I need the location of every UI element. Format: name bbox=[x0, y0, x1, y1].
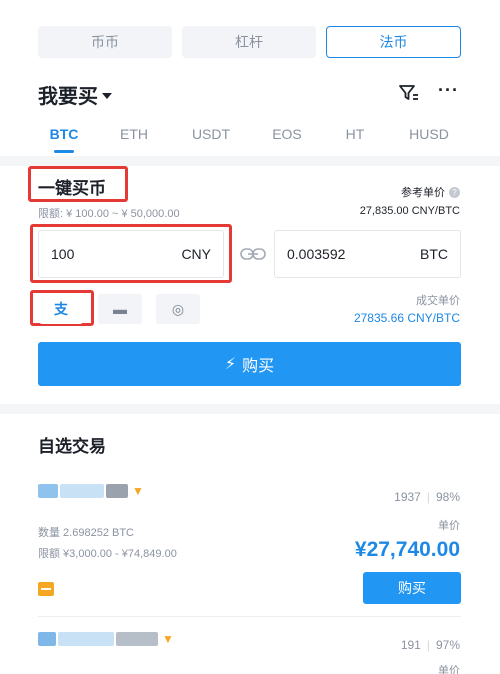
order-count: 191 bbox=[400, 638, 421, 652]
deal-price-value: 27835.66 CNY/BTC bbox=[353, 311, 460, 325]
tab-margin[interactable]: 杠杆 bbox=[182, 26, 316, 58]
row-divider bbox=[38, 616, 461, 617]
unit-price: ¥27,740.00 bbox=[354, 538, 460, 561]
filter-icon[interactable] bbox=[398, 82, 420, 104]
merchant-stats: 191 | 97% bbox=[400, 638, 460, 652]
merchant-name[interactable]: ▼ bbox=[38, 632, 174, 646]
coin-tab-ht[interactable]: HT bbox=[325, 126, 385, 142]
bank-card-icon[interactable]: ▬ bbox=[98, 294, 142, 324]
page-title: 我要买 bbox=[38, 86, 98, 108]
bank-card-icon bbox=[38, 582, 54, 596]
btc-amount-input[interactable]: 0.003592 BTC bbox=[274, 230, 461, 278]
unit-price-label: 单价 bbox=[438, 520, 460, 532]
amount-unit: CNY bbox=[181, 246, 211, 262]
quick-buy-title: 一键买币 bbox=[38, 179, 106, 198]
btc-value: 0.003592 bbox=[287, 246, 346, 262]
merchant-stats: 1937 | 98% bbox=[394, 490, 460, 504]
section-divider bbox=[0, 156, 500, 166]
limit-text: 限额: ¥ 100.00 ~ ¥ 50,000.00 bbox=[38, 208, 180, 220]
coin-tab-husd[interactable]: HUSD bbox=[399, 126, 459, 142]
active-tab-indicator bbox=[54, 150, 74, 153]
coin-tab-usdt[interactable]: USDT bbox=[181, 126, 241, 142]
caret-down-icon bbox=[102, 92, 112, 99]
section-title: 自选交易 bbox=[38, 437, 106, 456]
reference-price-value: 27,835.00 CNY/BTC bbox=[359, 205, 460, 217]
lightning-icon: ⚡ bbox=[224, 356, 237, 373]
verified-badge-icon: ▼ bbox=[132, 484, 144, 498]
coin-tab-eos[interactable]: EOS bbox=[257, 126, 317, 142]
tab-coin-coin[interactable]: 币币 bbox=[38, 26, 172, 58]
coin-tab-eth[interactable]: ETH bbox=[104, 126, 164, 142]
verified-badge-icon: ▼ bbox=[162, 632, 174, 646]
quantity-text: 数量 2.698252 BTC bbox=[38, 527, 134, 539]
wechat-icon[interactable]: ◎ bbox=[156, 294, 200, 324]
merchant-buy-button[interactable]: 购买 bbox=[363, 572, 461, 604]
merchant-name[interactable]: ▼ bbox=[38, 484, 144, 498]
buy-button[interactable]: ⚡ 购买 bbox=[38, 342, 461, 386]
alipay-icon[interactable]: 支 bbox=[39, 294, 83, 324]
order-count: 1937 bbox=[394, 490, 421, 504]
tab-fiat[interactable]: 法币 bbox=[326, 26, 461, 58]
unit-price-label: 单价 bbox=[438, 665, 460, 674]
limit-range-text: 限额 ¥3,000.00 - ¥74,849.00 bbox=[38, 548, 177, 560]
buy-button-label: 购买 bbox=[242, 358, 275, 375]
link-icon bbox=[239, 246, 267, 262]
completion-rate: 98% bbox=[435, 490, 460, 504]
reference-price-label: 参考单价 ? bbox=[401, 184, 460, 200]
buy-mode-selector[interactable]: 我要买 bbox=[38, 80, 112, 109]
coin-tab-btc[interactable]: BTC bbox=[34, 126, 94, 142]
amount-input[interactable]: 100 CNY bbox=[38, 230, 224, 278]
section-divider bbox=[0, 404, 500, 414]
more-icon[interactable]: ··· bbox=[438, 80, 459, 101]
amount-value: 100 bbox=[51, 246, 75, 262]
deal-price-label: 成交单价 bbox=[416, 295, 460, 307]
completion-rate: 97% bbox=[435, 638, 460, 652]
info-icon[interactable]: ? bbox=[449, 186, 460, 198]
btc-unit: BTC bbox=[420, 246, 448, 262]
